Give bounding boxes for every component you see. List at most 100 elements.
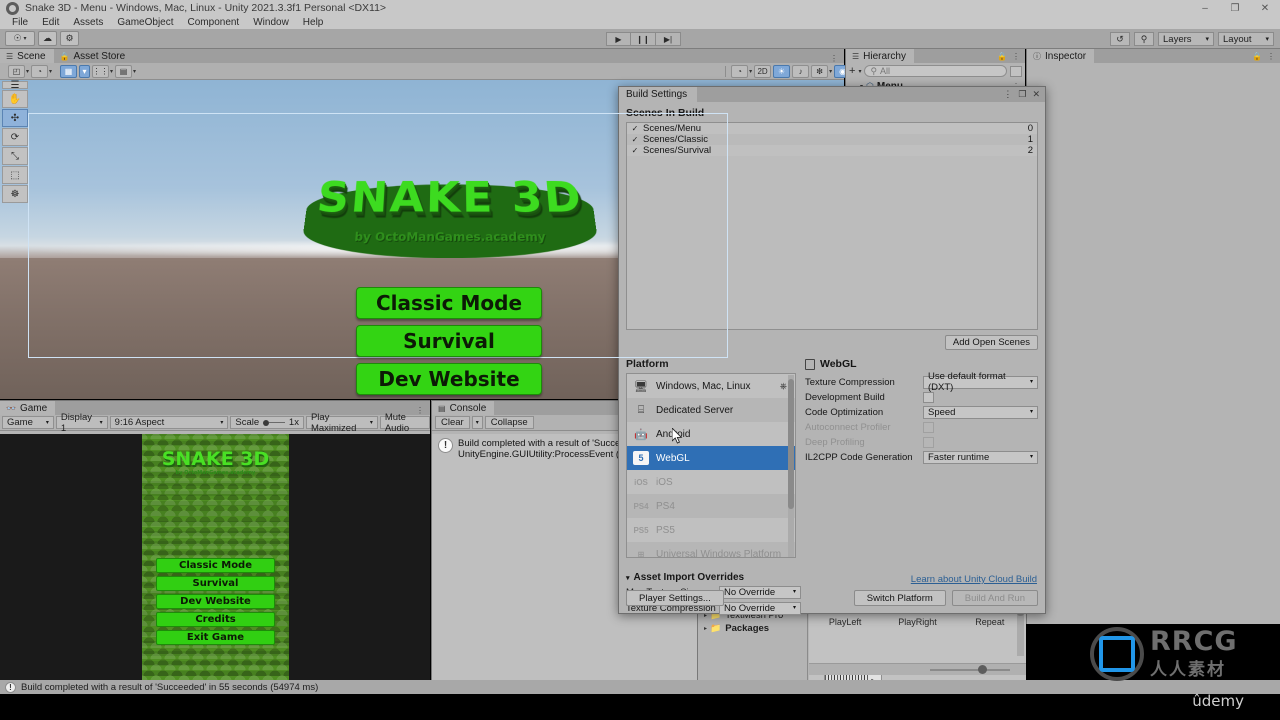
chevron-down-icon[interactable]: ▾ <box>110 68 113 75</box>
game-scale-slider[interactable]: Scale 1x <box>230 416 304 429</box>
platform-scrollbar[interactable] <box>788 375 794 557</box>
unity-cloud-build-link[interactable]: Learn about Unity Cloud Build <box>911 574 1037 585</box>
menu-item-component[interactable]: Component <box>181 16 247 29</box>
tab-build-settings[interactable]: Build Settings <box>619 87 698 102</box>
platform-row-ps5[interactable]: PS5 PS5 <box>627 518 795 542</box>
game-button-survival[interactable]: Survival <box>156 576 275 591</box>
scene-button-classic-mode[interactable]: Classic Mode <box>356 287 542 319</box>
rotate-tool-icon[interactable]: ⟳ <box>2 128 28 146</box>
layout-dropdown[interactable]: Layout ▾ <box>1218 32 1274 46</box>
shading-mode-button[interactable]: ◔ <box>31 64 49 78</box>
maximize-icon[interactable]: ❐ <box>1220 0 1250 16</box>
chevron-down-icon[interactable]: ▾ <box>471 416 483 429</box>
tab-game[interactable]: 👓 Game <box>0 401 56 415</box>
tab-console[interactable]: ▤ Console <box>432 401 495 415</box>
console-clear-button[interactable]: Clear <box>435 416 470 429</box>
hand-tool-icon[interactable]: ✋ <box>2 90 28 108</box>
slider-knob[interactable] <box>978 664 987 674</box>
scale-tool-icon[interactable]: ⤡ <box>2 147 28 165</box>
il2cpp-code-generation-dropdown[interactable]: Faster runtime ▾ <box>923 450 1038 464</box>
game-aspect-dropdown[interactable]: 9:16 Aspect ▾ <box>109 416 229 429</box>
close-icon[interactable]: ✕ <box>1032 89 1040 100</box>
platform-row-android[interactable]: 🤖 Android <box>627 422 795 446</box>
play-button[interactable]: ▶ <box>606 32 631 46</box>
hierarchy-filter-icon[interactable] <box>1010 65 1022 77</box>
menu-item-gameobject[interactable]: GameObject <box>110 16 180 29</box>
scene-button-survival[interactable]: Survival <box>356 325 542 357</box>
chevron-down-icon[interactable]: ▾ <box>133 68 136 75</box>
settings-button[interactable]: ⚙ <box>60 31 79 46</box>
inspector-menu-icon[interactable]: ⋮ <box>1267 52 1275 61</box>
2d-toggle-button[interactable]: 2D <box>754 64 772 78</box>
fx-toggle-button[interactable]: ❇ <box>811 64 829 78</box>
platform-row-webgl[interactable]: 5 WebGL <box>627 446 795 470</box>
tab-asset-store[interactable]: 🔒 Asset Store <box>53 49 134 63</box>
chevron-down-icon[interactable]: ▾ <box>749 68 752 75</box>
chevron-down-icon[interactable]: ▾ <box>626 574 630 582</box>
game-display-dropdown[interactable]: Display 1 ▾ <box>55 412 108 434</box>
menu-item-edit[interactable]: Edit <box>35 16 66 29</box>
audio-toggle-button[interactable]: ♪ <box>792 64 810 78</box>
add-object-button[interactable]: + <box>849 65 855 77</box>
game-button-credits[interactable]: Credits <box>156 612 275 627</box>
menu-item-window[interactable]: Window <box>246 16 296 29</box>
step-button[interactable]: ▶| <box>656 32 681 46</box>
platform-list[interactable]: 🖥 Windows, Mac, Linux ⎈ ⌸ Dedicated Serv… <box>626 373 796 558</box>
chevron-down-icon[interactable]: ▾ <box>26 68 29 75</box>
chevron-right-icon[interactable]: ▸ <box>704 625 707 632</box>
scene-camera-mode-button[interactable]: ◔ <box>731 64 749 78</box>
chevron-down-icon[interactable]: ▾ <box>49 68 52 75</box>
platform-row-ps4[interactable]: PS4 PS4 <box>627 494 795 518</box>
game-play-maximized-dropdown[interactable]: Play Maximized ▾ <box>305 412 378 434</box>
tool-handle-icon[interactable]: ☰ <box>2 80 28 91</box>
cloud-button[interactable]: ☁ <box>38 31 57 46</box>
maximize-icon[interactable]: ❐ <box>1018 89 1026 100</box>
lighting-toggle-button[interactable]: ☀ <box>773 64 791 78</box>
code-optimization-dropdown[interactable]: Speed ▾ <box>923 405 1038 419</box>
rect-tool-icon[interactable]: ⬚ <box>2 166 28 184</box>
gizmo-toggle-button[interactable]: ▦ <box>60 64 78 78</box>
scene-view[interactable]: SNAKE 3D by OctoManGames.academy Classic… <box>0 80 844 399</box>
tab-inspector[interactable]: ⓘ Inspector <box>1027 49 1095 63</box>
transform-tool-icon[interactable]: ☸ <box>2 185 28 203</box>
lock-icon[interactable]: 🔒 <box>1252 52 1262 61</box>
platform-row-universal-windows-platform[interactable]: ⊞ Universal Windows Platform <box>627 542 795 557</box>
development-build-checkbox[interactable] <box>923 391 934 403</box>
console-collapse-button[interactable]: Collapse <box>484 416 534 429</box>
project-row-packages[interactable]: ▸ 📁 Packages <box>698 622 807 635</box>
game-mute-audio-button[interactable]: Mute Audio <box>379 412 430 434</box>
game-view[interactable]: SNAKE 3D by OctoManGames.academy Classic… <box>0 434 430 681</box>
game-button-exit-game[interactable]: Exit Game <box>156 630 275 645</box>
scene-panel-menu-icon[interactable]: ⋮ <box>830 54 844 63</box>
game-button-classic-mode[interactable]: Classic Mode <box>156 558 275 573</box>
tab-scene[interactable]: ☰ Scene <box>0 49 54 63</box>
animation-zoom-slider[interactable] <box>809 663 1026 675</box>
minimize-icon[interactable]: – <box>1190 0 1220 16</box>
scene-button-dev-website[interactable]: Dev Website <box>356 363 542 395</box>
platform-row-ios[interactable]: iOS iOS <box>627 470 795 494</box>
account-button[interactable]: ☉ ▾ <box>5 31 35 46</box>
menu-item-file[interactable]: File <box>5 16 35 29</box>
menu-item-assets[interactable]: Assets <box>66 16 110 29</box>
draw-mode-button[interactable]: ◰ <box>8 64 25 78</box>
platform-row-windows-mac-linux[interactable]: 🖥 Windows, Mac, Linux ⎈ <box>627 374 795 398</box>
player-settings-button[interactable]: Player Settings... <box>626 590 724 606</box>
chevron-down-icon[interactable]: ▾ <box>829 68 832 75</box>
layers-dropdown[interactable]: Layers ▾ <box>1158 32 1214 46</box>
add-open-scenes-button[interactable]: Add Open Scenes <box>944 335 1038 350</box>
lock-icon[interactable]: 🔒 <box>997 52 1007 61</box>
search-icon[interactable]: ⚲ <box>1134 32 1154 46</box>
game-display-target-dropdown[interactable]: Game ▾ <box>2 416 54 429</box>
platform-row-dedicated-server[interactable]: ⌸ Dedicated Server <box>627 398 795 422</box>
hierarchy-menu-icon[interactable]: ⋮ <box>1012 52 1020 61</box>
tab-hierarchy[interactable]: ☰ Hierarchy <box>846 49 914 63</box>
snap-button[interactable]: ⋮⋮ <box>92 64 110 78</box>
close-icon[interactable]: ✕ <box>1250 0 1280 16</box>
build-settings-menu-icon[interactable]: ⋮ <box>1003 89 1012 100</box>
texture-compression-dropdown[interactable]: Use default format (DXT) ▾ <box>923 371 1038 393</box>
switch-platform-button[interactable]: Switch Platform <box>853 590 946 606</box>
menu-item-help[interactable]: Help <box>296 16 331 29</box>
grid-button[interactable]: ▤ <box>115 64 133 78</box>
move-tool-icon[interactable]: ✣ <box>2 109 28 127</box>
pause-button[interactable]: ❙❙ <box>631 32 656 46</box>
